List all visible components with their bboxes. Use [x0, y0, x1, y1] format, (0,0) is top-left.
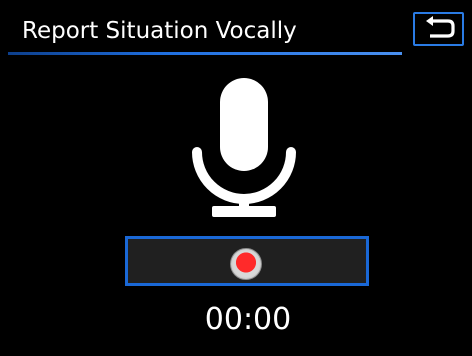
header-divider: [8, 52, 402, 55]
page-title: Report Situation Vocally: [22, 18, 297, 44]
record-button[interactable]: [230, 248, 262, 280]
back-arrow-icon: [425, 16, 455, 38]
back-button[interactable]: [413, 12, 464, 46]
microphone-icon: [192, 78, 296, 217]
elapsed-time: 00:00: [204, 302, 292, 337]
voice-report-screen: Report Situation Vocally 00:00: [0, 0, 472, 356]
